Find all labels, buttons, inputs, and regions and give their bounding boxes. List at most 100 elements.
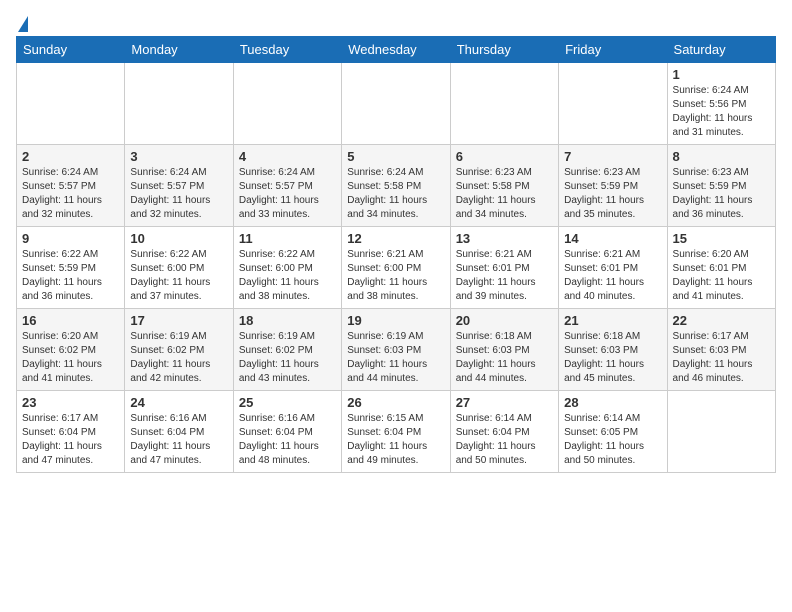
day-info: Sunrise: 6:24 AM Sunset: 5:56 PM Dayligh… (673, 84, 770, 140)
day-number: 28 (564, 395, 661, 410)
calendar-week-2: 2 Sunrise: 6:24 AM Sunset: 5:57 PM Daylig… (17, 145, 776, 227)
day-number: 21 (564, 313, 661, 328)
calendar-cell: 17Sunrise: 6:19 AM Sunset: 6:02 PM Dayli… (125, 309, 233, 391)
calendar-cell: 15 Sunrise: 6:20 AM Sunset: 6:01 PM Dayli… (667, 227, 775, 309)
calendar-cell: 8 Sunrise: 6:23 AM Sunset: 5:59 PM Daylig… (667, 145, 775, 227)
day-info: Sunrise: 6:24 AM Sunset: 5:57 PM Dayligh… (239, 166, 336, 222)
calendar-week-4: 16Sunrise: 6:20 AM Sunset: 6:02 PM Dayli… (17, 309, 776, 391)
day-number: 25 (239, 395, 336, 410)
day-number: 4 (239, 149, 336, 164)
day-info: Sunrise: 6:23 AM Sunset: 5:59 PM Dayligh… (564, 166, 661, 222)
calendar-cell: 23 Sunrise: 6:17 AM Sunset: 6:04 PM Dayli… (17, 391, 125, 473)
day-number: 12 (347, 231, 444, 246)
day-info: Sunrise: 6:24 AM Sunset: 5:58 PM Dayligh… (347, 166, 444, 222)
calendar-header-tuesday: Tuesday (233, 37, 341, 63)
day-info: Sunrise: 6:20 AM Sunset: 6:02 PM Dayligh… (22, 330, 119, 386)
calendar-cell (125, 63, 233, 145)
day-info: Sunrise: 6:22 AM Sunset: 5:59 PM Dayligh… (22, 248, 119, 304)
calendar-cell: 10 Sunrise: 6:22 AM Sunset: 6:00 PM Dayli… (125, 227, 233, 309)
calendar-header-monday: Monday (125, 37, 233, 63)
calendar-cell: 28 Sunrise: 6:14 AM Sunset: 6:05 PM Dayli… (559, 391, 667, 473)
day-info: Sunrise: 6:18 AM Sunset: 6:03 PM Dayligh… (456, 330, 553, 386)
calendar-header-wednesday: Wednesday (342, 37, 450, 63)
day-info: Sunrise: 6:21 AM Sunset: 6:00 PM Dayligh… (347, 248, 444, 304)
day-number: 9 (22, 231, 119, 246)
calendar-cell: 5 Sunrise: 6:24 AM Sunset: 5:58 PM Daylig… (342, 145, 450, 227)
calendar-cell: 21 Sunrise: 6:18 AM Sunset: 6:03 PM Dayli… (559, 309, 667, 391)
day-number: 2 (22, 149, 119, 164)
day-info: Sunrise: 6:24 AM Sunset: 5:57 PM Dayligh… (130, 166, 227, 222)
calendar-header-thursday: Thursday (450, 37, 558, 63)
day-number: 15 (673, 231, 770, 246)
calendar-header-row: SundayMondayTuesdayWednesdayThursdayFrid… (17, 37, 776, 63)
calendar-cell: 2 Sunrise: 6:24 AM Sunset: 5:57 PM Daylig… (17, 145, 125, 227)
calendar-cell: 25 Sunrise: 6:16 AM Sunset: 6:04 PM Dayli… (233, 391, 341, 473)
calendar-table: SundayMondayTuesdayWednesdayThursdayFrid… (16, 36, 776, 473)
day-number: 10 (130, 231, 227, 246)
calendar-cell: 26 Sunrise: 6:15 AM Sunset: 6:04 PM Dayli… (342, 391, 450, 473)
day-info: Sunrise: 6:15 AM Sunset: 6:04 PM Dayligh… (347, 412, 444, 468)
day-info: Sunrise: 6:16 AM Sunset: 6:04 PM Dayligh… (239, 412, 336, 468)
day-info: Sunrise: 6:23 AM Sunset: 5:58 PM Dayligh… (456, 166, 553, 222)
day-number: 11 (239, 231, 336, 246)
calendar-cell: 7 Sunrise: 6:23 AM Sunset: 5:59 PM Daylig… (559, 145, 667, 227)
calendar-header-friday: Friday (559, 37, 667, 63)
day-number: 23 (22, 395, 119, 410)
day-info: Sunrise: 6:22 AM Sunset: 6:00 PM Dayligh… (239, 248, 336, 304)
calendar-week-5: 23 Sunrise: 6:17 AM Sunset: 6:04 PM Dayli… (17, 391, 776, 473)
calendar-cell: 11 Sunrise: 6:22 AM Sunset: 6:00 PM Dayli… (233, 227, 341, 309)
day-number: 24 (130, 395, 227, 410)
calendar-cell (559, 63, 667, 145)
calendar-cell: 4 Sunrise: 6:24 AM Sunset: 5:57 PM Daylig… (233, 145, 341, 227)
day-number: 7 (564, 149, 661, 164)
day-info: Sunrise: 6:23 AM Sunset: 5:59 PM Dayligh… (673, 166, 770, 222)
calendar-cell: 18 Sunrise: 6:19 AM Sunset: 6:02 PM Dayli… (233, 309, 341, 391)
calendar-cell: 12 Sunrise: 6:21 AM Sunset: 6:00 PM Dayli… (342, 227, 450, 309)
day-number: 26 (347, 395, 444, 410)
day-number: 27 (456, 395, 553, 410)
day-number: 22 (673, 313, 770, 328)
calendar-cell (17, 63, 125, 145)
calendar-cell: 14 Sunrise: 6:21 AM Sunset: 6:01 PM Dayli… (559, 227, 667, 309)
day-info: Sunrise: 6:19 AM Sunset: 6:03 PM Dayligh… (347, 330, 444, 386)
calendar-cell: 3 Sunrise: 6:24 AM Sunset: 5:57 PM Daylig… (125, 145, 233, 227)
calendar-cell: 20 Sunrise: 6:18 AM Sunset: 6:03 PM Dayli… (450, 309, 558, 391)
day-info: Sunrise: 6:14 AM Sunset: 6:05 PM Dayligh… (564, 412, 661, 468)
day-info: Sunrise: 6:18 AM Sunset: 6:03 PM Dayligh… (564, 330, 661, 386)
calendar-cell: 16Sunrise: 6:20 AM Sunset: 6:02 PM Dayli… (17, 309, 125, 391)
day-info: Sunrise: 6:20 AM Sunset: 6:01 PM Dayligh… (673, 248, 770, 304)
calendar-cell: 22Sunrise: 6:17 AM Sunset: 6:03 PM Dayli… (667, 309, 775, 391)
day-number: 1 (673, 67, 770, 82)
calendar-cell: 24 Sunrise: 6:16 AM Sunset: 6:04 PM Dayli… (125, 391, 233, 473)
day-info: Sunrise: 6:17 AM Sunset: 6:04 PM Dayligh… (22, 412, 119, 468)
day-number: 13 (456, 231, 553, 246)
calendar-cell (667, 391, 775, 473)
day-number: 6 (456, 149, 553, 164)
calendar-cell (342, 63, 450, 145)
day-number: 8 (673, 149, 770, 164)
day-info: Sunrise: 6:24 AM Sunset: 5:57 PM Dayligh… (22, 166, 119, 222)
day-number: 18 (239, 313, 336, 328)
calendar-week-3: 9 Sunrise: 6:22 AM Sunset: 5:59 PM Daylig… (17, 227, 776, 309)
day-info: Sunrise: 6:16 AM Sunset: 6:04 PM Dayligh… (130, 412, 227, 468)
day-info: Sunrise: 6:19 AM Sunset: 6:02 PM Dayligh… (130, 330, 227, 386)
day-info: Sunrise: 6:19 AM Sunset: 6:02 PM Dayligh… (239, 330, 336, 386)
day-number: 3 (130, 149, 227, 164)
calendar-header-saturday: Saturday (667, 37, 775, 63)
calendar-cell: 27 Sunrise: 6:14 AM Sunset: 6:04 PM Dayli… (450, 391, 558, 473)
calendar-body: 1 Sunrise: 6:24 AM Sunset: 5:56 PM Daylig… (17, 63, 776, 473)
day-number: 14 (564, 231, 661, 246)
day-info: Sunrise: 6:21 AM Sunset: 6:01 PM Dayligh… (456, 248, 553, 304)
calendar-cell: 1 Sunrise: 6:24 AM Sunset: 5:56 PM Daylig… (667, 63, 775, 145)
calendar-week-1: 1 Sunrise: 6:24 AM Sunset: 5:56 PM Daylig… (17, 63, 776, 145)
day-info: Sunrise: 6:21 AM Sunset: 6:01 PM Dayligh… (564, 248, 661, 304)
day-info: Sunrise: 6:14 AM Sunset: 6:04 PM Dayligh… (456, 412, 553, 468)
calendar-cell (450, 63, 558, 145)
calendar-cell: 19Sunrise: 6:19 AM Sunset: 6:03 PM Dayli… (342, 309, 450, 391)
calendar-header-sunday: Sunday (17, 37, 125, 63)
logo-triangle-icon (18, 16, 28, 32)
day-number: 5 (347, 149, 444, 164)
calendar-cell: 6 Sunrise: 6:23 AM Sunset: 5:58 PM Daylig… (450, 145, 558, 227)
day-number: 20 (456, 313, 553, 328)
day-info: Sunrise: 6:22 AM Sunset: 6:00 PM Dayligh… (130, 248, 227, 304)
